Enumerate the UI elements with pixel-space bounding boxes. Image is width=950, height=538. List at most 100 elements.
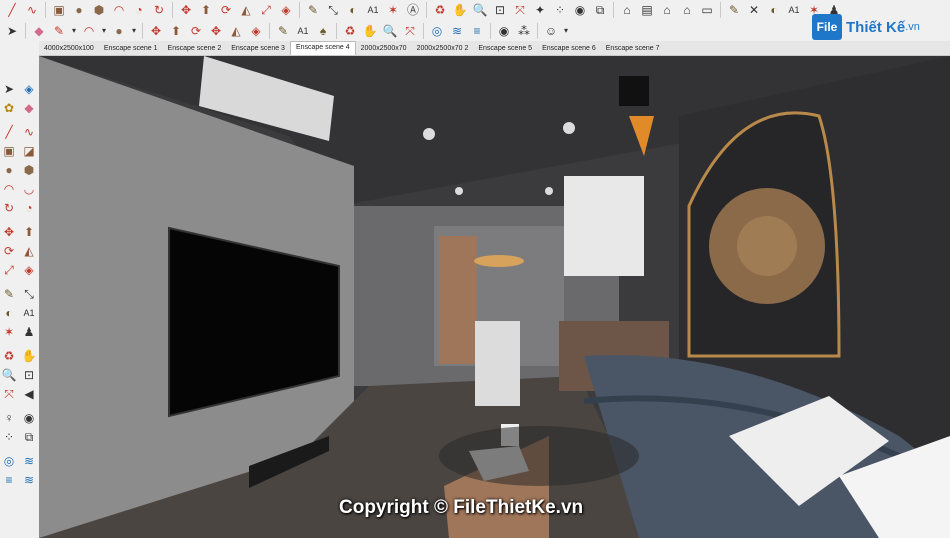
rectangle-icon[interactable]: ▣ bbox=[49, 1, 69, 19]
rotate-icon[interactable]: ⟳ bbox=[186, 22, 206, 40]
scene-tab[interactable]: 2000x2500x70 2 bbox=[412, 43, 474, 55]
eye-icon[interactable]: ◉ bbox=[494, 22, 514, 40]
eraser-icon[interactable]: ◆ bbox=[29, 22, 49, 40]
dropdown-icon[interactable]: ▾ bbox=[69, 22, 79, 40]
select-icon[interactable]: ➤ bbox=[0, 80, 19, 98]
circle-icon[interactable]: ● bbox=[0, 161, 19, 179]
dropdown-icon[interactable]: ▾ bbox=[99, 22, 109, 40]
scene-tab[interactable]: 4000x2500x100 bbox=[39, 43, 99, 55]
pencil-icon[interactable]: ✎ bbox=[49, 22, 69, 40]
line-icon[interactable]: ╱ bbox=[2, 1, 22, 19]
pie-icon[interactable]: ◔ bbox=[129, 1, 149, 19]
scene-tab-active[interactable]: Enscape scene 4 bbox=[289, 41, 356, 55]
offset-icon[interactable]: ◈ bbox=[19, 261, 39, 279]
pan-icon[interactable]: ✋ bbox=[450, 1, 470, 19]
position-camera-icon[interactable]: ✦ bbox=[530, 1, 550, 19]
eraser-icon[interactable]: ◆ bbox=[19, 99, 39, 117]
scene-tab[interactable]: Enscape scene 7 bbox=[601, 43, 665, 55]
paint-icon[interactable]: ✿ bbox=[0, 99, 19, 117]
scene-tab[interactable]: Enscape scene 2 bbox=[163, 43, 227, 55]
lookaround-icon[interactable]: ◉ bbox=[570, 1, 590, 19]
followme-icon[interactable]: ◭ bbox=[19, 242, 39, 260]
zoom-window-icon[interactable]: ⊡ bbox=[490, 1, 510, 19]
camera-icon[interactable]: ≡ bbox=[467, 22, 487, 40]
line-icon[interactable]: ╱ bbox=[0, 123, 19, 141]
move-icon[interactable]: ✥ bbox=[146, 22, 166, 40]
pushpull-icon[interactable]: ⬆ bbox=[196, 1, 216, 19]
zoom-icon[interactable]: 🔍 bbox=[380, 22, 400, 40]
scenes-icon[interactable]: ≋ bbox=[19, 471, 39, 489]
scene-tab[interactable]: Enscape scene 1 bbox=[99, 43, 163, 55]
footprint-icon[interactable]: ⁂ bbox=[514, 22, 534, 40]
offset-icon[interactable]: ◈ bbox=[276, 1, 296, 19]
position-camera-icon[interactable]: ♀ bbox=[0, 409, 19, 427]
move-icon[interactable]: ✥ bbox=[0, 223, 19, 241]
arc2-icon[interactable]: ◡ bbox=[19, 180, 39, 198]
orbit-icon[interactable]: ♻ bbox=[0, 347, 19, 365]
circle-icon[interactable]: ● bbox=[69, 1, 89, 19]
scene-tab[interactable]: Enscape scene 5 bbox=[473, 43, 537, 55]
text-icon[interactable]: A1 bbox=[363, 1, 383, 19]
3d-viewport[interactable] bbox=[39, 56, 950, 538]
layers-icon[interactable]: ≋ bbox=[447, 22, 467, 40]
pushpull-icon[interactable]: ⬆ bbox=[166, 22, 186, 40]
move-icon[interactable]: ✥ bbox=[176, 1, 196, 19]
protractor-icon[interactable]: ◐ bbox=[0, 304, 19, 322]
rectangle-icon[interactable]: ▣ bbox=[0, 142, 19, 160]
zoom-icon[interactable]: 🔍 bbox=[470, 1, 490, 19]
zoom-extents-icon[interactable]: ⤧ bbox=[400, 22, 420, 40]
rotate-icon[interactable]: ⟳ bbox=[216, 1, 236, 19]
followme-icon[interactable]: ◭ bbox=[236, 1, 256, 19]
polygon-icon[interactable]: ⬢ bbox=[89, 1, 109, 19]
styles-icon[interactable]: ≡ bbox=[0, 471, 19, 489]
rotated-rect-icon[interactable]: ◪ bbox=[19, 142, 39, 160]
pencil-icon[interactable]: ✕ bbox=[744, 1, 764, 19]
zoom-extents-icon[interactable]: ⤧ bbox=[510, 1, 530, 19]
arc2-icon[interactable]: ↻ bbox=[149, 1, 169, 19]
arc-icon[interactable]: ◠ bbox=[0, 180, 19, 198]
offset-icon[interactable]: ◈ bbox=[246, 22, 266, 40]
select-icon[interactable]: ➤ bbox=[2, 22, 22, 40]
pushpull-icon[interactable]: ⬆ bbox=[19, 223, 39, 241]
component-icon[interactable]: ▭ bbox=[697, 1, 717, 19]
freehand-icon[interactable]: ∿ bbox=[19, 123, 39, 141]
text-icon[interactable]: A1 bbox=[293, 22, 313, 40]
text-icon[interactable]: A1 bbox=[19, 304, 39, 322]
zoom-window-icon[interactable]: ⊡ bbox=[19, 366, 39, 384]
pan-icon[interactable]: ✋ bbox=[19, 347, 39, 365]
text2-icon[interactable]: A1 bbox=[784, 1, 804, 19]
scale-icon[interactable]: ⤢ bbox=[0, 261, 19, 279]
paint-icon[interactable]: ♠ bbox=[313, 22, 333, 40]
user-icon[interactable]: ☺ bbox=[541, 22, 561, 40]
3pt-arc-icon[interactable]: ↻ bbox=[0, 199, 19, 217]
lookaround-icon[interactable]: ◉ bbox=[19, 409, 39, 427]
rotate-icon[interactable]: ⟳ bbox=[0, 242, 19, 260]
3dtext-icon[interactable]: Ⓐ bbox=[403, 1, 423, 19]
globe-icon[interactable]: ◎ bbox=[427, 22, 447, 40]
layers-icon[interactable]: ≋ bbox=[19, 452, 39, 470]
warehouse-icon[interactable]: ⌂ bbox=[617, 1, 637, 19]
dropdown-icon[interactable]: ▾ bbox=[561, 22, 571, 40]
circle-icon[interactable]: ● bbox=[109, 22, 129, 40]
freehand-icon[interactable]: ∿ bbox=[22, 1, 42, 19]
scale-icon[interactable]: ⤢ bbox=[256, 1, 276, 19]
scene-tab[interactable]: Enscape scene 3 bbox=[226, 43, 290, 55]
dropdown-icon[interactable]: ▾ bbox=[129, 22, 139, 40]
pie-icon[interactable]: ◔ bbox=[19, 199, 39, 217]
shape-icon[interactable]: ◠ bbox=[79, 22, 99, 40]
followme-icon[interactable]: ◭ bbox=[226, 22, 246, 40]
zoom-icon[interactable]: 🔍 bbox=[0, 366, 19, 384]
scene-tab[interactable]: Enscape scene 6 bbox=[537, 43, 601, 55]
walk-icon[interactable]: ⁘ bbox=[0, 428, 19, 446]
globe-icon[interactable]: ◎ bbox=[0, 452, 19, 470]
erase-icon[interactable]: ◐ bbox=[764, 1, 784, 19]
house-icon[interactable]: ⌂ bbox=[677, 1, 697, 19]
orbit-icon[interactable]: ♻ bbox=[430, 1, 450, 19]
tape-icon[interactable]: ✎ bbox=[0, 285, 19, 303]
axes-icon[interactable]: ✶ bbox=[383, 1, 403, 19]
scale-icon[interactable]: ✥ bbox=[206, 22, 226, 40]
3d-warehouse-icon[interactable]: ◈ bbox=[19, 80, 39, 98]
scene-tab[interactable]: 2000x2500x70 bbox=[356, 43, 412, 55]
orbit-icon[interactable]: ♻ bbox=[340, 22, 360, 40]
dimension-icon[interactable]: ⤡ bbox=[323, 1, 343, 19]
